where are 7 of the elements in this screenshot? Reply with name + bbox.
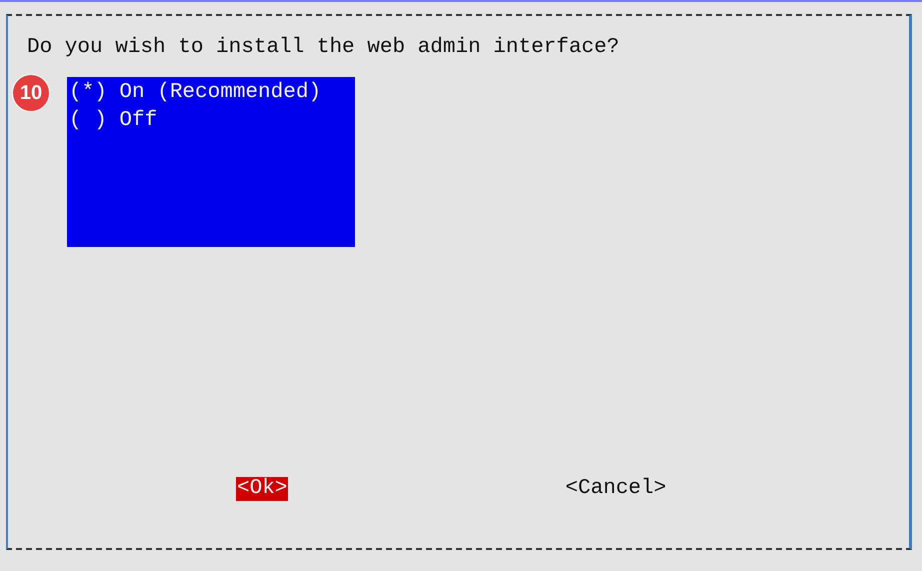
options-list[interactable]: (*) On (Recommended) ( ) Off bbox=[67, 77, 355, 247]
step-badge: 10 bbox=[12, 74, 50, 112]
cancel-button[interactable]: <Cancel> bbox=[564, 477, 668, 501]
radio-option[interactable]: ( ) Off bbox=[69, 107, 355, 135]
dialog-question: Do you wish to install the web admin interface? bbox=[27, 35, 620, 61]
ok-button[interactable]: <Ok> bbox=[236, 477, 288, 501]
radio-option[interactable]: (*) On (Recommended) bbox=[69, 79, 355, 107]
